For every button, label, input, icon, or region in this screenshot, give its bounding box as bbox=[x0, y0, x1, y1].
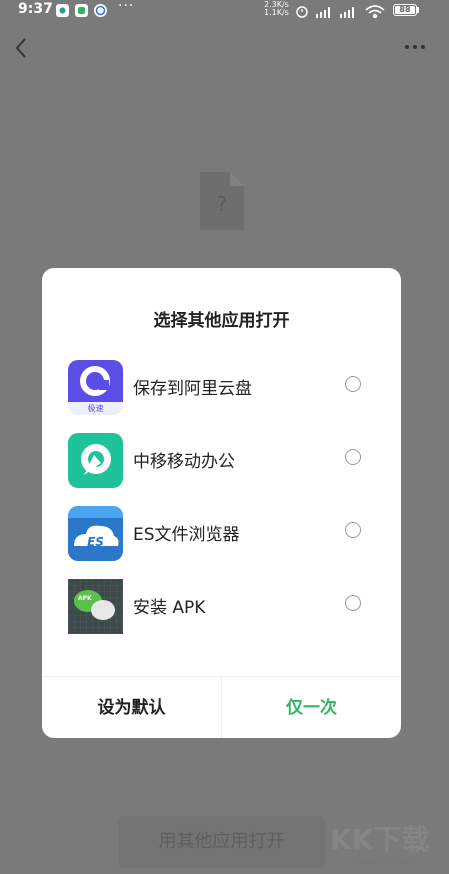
notification-icon-2 bbox=[75, 4, 88, 17]
open-with-other-app-button[interactable]: 用其他应用打开 bbox=[118, 816, 325, 868]
watermark-url: www.kkx.net bbox=[356, 858, 414, 868]
back-arrow-icon[interactable] bbox=[12, 36, 32, 60]
radio-aliyun[interactable] bbox=[345, 376, 361, 392]
app-option-cmcc[interactable]: 中移移动办公 bbox=[42, 429, 401, 489]
signal-icon-2 bbox=[340, 7, 354, 18]
signal-icon-1 bbox=[316, 7, 330, 18]
cmcc-office-icon bbox=[68, 433, 123, 488]
aliyun-drive-icon: 极速 bbox=[68, 360, 123, 415]
app-option-es[interactable]: ES ES文件浏览器 bbox=[42, 502, 401, 562]
radio-es[interactable] bbox=[345, 522, 361, 538]
file-icon-glyph: ? bbox=[216, 192, 228, 216]
status-right-icons bbox=[296, 5, 385, 19]
app-option-apk[interactable]: APK 安装 APK bbox=[42, 575, 401, 635]
es-file-explorer-icon: ES bbox=[68, 506, 123, 561]
radio-apk[interactable] bbox=[345, 595, 361, 611]
network-speed: 2.3K/s 1.1K/s bbox=[264, 1, 289, 17]
more-menu-icon[interactable] bbox=[402, 36, 428, 56]
battery-level: 88 bbox=[399, 5, 411, 14]
radio-cmcc[interactable] bbox=[345, 449, 361, 465]
apk-icon-text: APK bbox=[78, 595, 92, 602]
alarm-icon bbox=[296, 6, 308, 18]
es-icon-text: ES bbox=[87, 535, 104, 549]
status-time: 9:37 bbox=[18, 1, 53, 17]
net-speed-down: 1.1K/s bbox=[264, 8, 289, 17]
app-option-aliyun[interactable]: 极速 保存到阿里云盘 bbox=[42, 356, 401, 416]
aliyun-icon-text: 极速 bbox=[87, 404, 104, 413]
app-label-aliyun: 保存到阿里云盘 bbox=[133, 379, 252, 399]
open-with-dialog: 选择其他应用打开 极速 保存到阿里云盘 中移移动办公 ES ES文件浏览器 AP… bbox=[42, 268, 401, 738]
app-label-cmcc: 中移移动办公 bbox=[133, 452, 235, 472]
unknown-file-icon: ? bbox=[200, 172, 244, 230]
notification-icon-1 bbox=[56, 4, 69, 17]
status-bar: 9:37 ··· 2.3K/s 1.1K/s 88 bbox=[0, 0, 449, 22]
apk-installer-icon: APK bbox=[68, 579, 123, 634]
app-label-es: ES文件浏览器 bbox=[133, 525, 240, 545]
set-default-button[interactable]: 设为默认 bbox=[42, 677, 221, 738]
app-label-apk: 安装 APK bbox=[133, 598, 206, 618]
dialog-title: 选择其他应用打开 bbox=[153, 311, 290, 331]
wifi-icon bbox=[365, 5, 385, 19]
battery-icon: 88 bbox=[393, 4, 417, 16]
notification-icon-3 bbox=[94, 4, 107, 17]
dialog-actions: 设为默认 仅一次 bbox=[42, 676, 401, 738]
more-notifications-icon: ··· bbox=[118, 0, 135, 14]
watermark-logo: KK下载 bbox=[330, 823, 430, 856]
just-once-button[interactable]: 仅一次 bbox=[222, 677, 401, 738]
